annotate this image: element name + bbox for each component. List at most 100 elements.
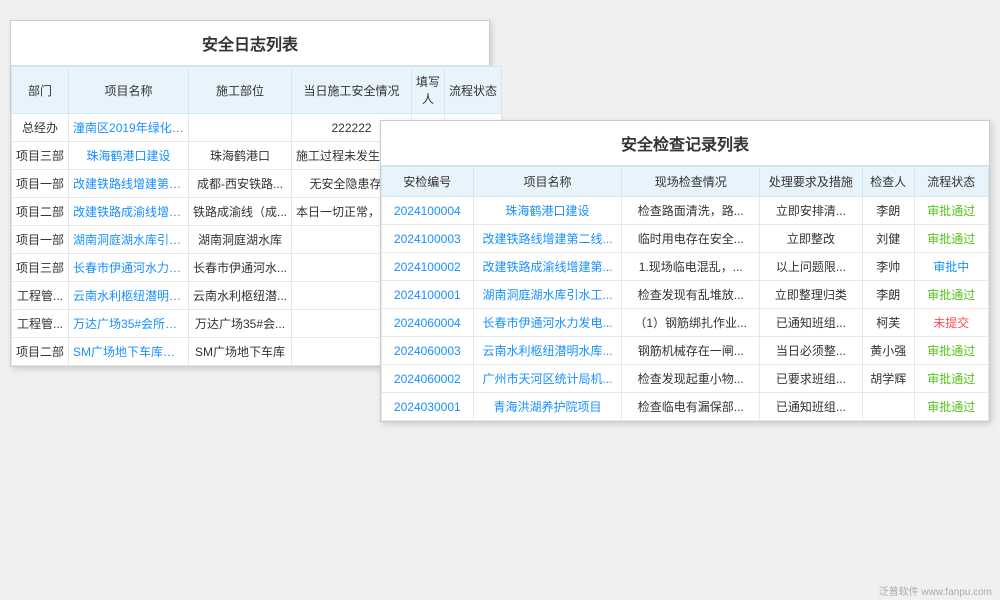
right-cell-person: 刘健 [862,225,914,253]
left-cell-dept: 项目一部 [12,226,69,254]
right-cell-action: 立即整改 [759,225,862,253]
right-cell-person: 柯芙 [862,309,914,337]
left-header-status: 流程状态 [445,67,502,114]
left-cell-site: 湖南洞庭湖水库 [189,226,292,254]
right-cell-action: 已要求班组... [759,365,862,393]
left-cell-site: 铁路成渝线（成... [189,198,292,226]
right-cell-action: 以上问题限... [759,253,862,281]
right-table-row: 2024100004珠海鹤港口建设检查路面清洗，路...立即安排清...李朗审批… [382,197,989,225]
right-cell-check: 临时用电存在安全... [622,225,759,253]
right-cell-person: 黄小强 [862,337,914,365]
right-cell-proj[interactable]: 青海洪湖养护院项目 [473,393,622,421]
right-cell-status: 审批通过 [914,393,988,421]
left-cell-site: 成都-西安铁路... [189,170,292,198]
right-cell-action: 已通知班组... [759,393,862,421]
right-cell-check: 检查发现有乱堆放... [622,281,759,309]
left-cell-site: 长春市伊通河水... [189,254,292,282]
left-cell-dept: 项目三部 [12,142,69,170]
left-cell-site [189,114,292,142]
right-cell-id[interactable]: 2024060003 [382,337,474,365]
right-cell-proj[interactable]: 广州市天河区统计局机... [473,365,622,393]
left-cell-proj[interactable]: 潼南区2019年绿化补贴项... [69,114,189,142]
left-cell-proj[interactable]: 改建铁路成渝线增建第二... [69,198,189,226]
left-cell-site: 万达广场35#会... [189,310,292,338]
left-cell-dept: 项目二部 [12,338,69,366]
left-cell-dept: 项目三部 [12,254,69,282]
left-cell-dept: 总经办 [12,114,69,142]
left-header-person: 填写人 [412,67,445,114]
right-cell-id[interactable]: 2024100003 [382,225,474,253]
right-cell-check: 检查发现起重小物... [622,365,759,393]
left-panel-title: 安全日志列表 [11,21,489,66]
left-cell-dept: 工程管... [12,310,69,338]
right-cell-check: （1）钢筋绑扎作业... [622,309,759,337]
left-cell-proj[interactable]: 云南水利柩纽潜明水库一... [69,282,189,310]
right-cell-action: 立即安排清... [759,197,862,225]
right-cell-status: 审批通过 [914,337,988,365]
left-header-site: 施工部位 [189,67,292,114]
right-cell-id[interactable]: 2024100002 [382,253,474,281]
right-cell-check: 钢筋机械存在一闸... [622,337,759,365]
right-cell-status: 审批通过 [914,197,988,225]
right-cell-proj[interactable]: 湖南洞庭湖水库引水工... [473,281,622,309]
left-cell-site: 珠海鹤港口 [189,142,292,170]
right-cell-proj[interactable]: 长春市伊通河水力发电... [473,309,622,337]
right-table-row: 2024100003改建铁路线增建第二线...临时用电存在安全...立即整改刘健… [382,225,989,253]
right-cell-status: 审批通过 [914,225,988,253]
left-cell-dept: 项目二部 [12,198,69,226]
left-cell-site: SM广场地下车库 [189,338,292,366]
right-cell-proj[interactable]: 改建铁路线增建第二线... [473,225,622,253]
right-header-person: 检查人 [862,167,914,197]
right-table-row: 2024060003云南水利柩纽潜明水库...钢筋机械存在一闸...当日必须整.… [382,337,989,365]
right-cell-id[interactable]: 2024060004 [382,309,474,337]
right-cell-proj[interactable]: 云南水利柩纽潜明水库... [473,337,622,365]
right-cell-check: 检查临电有漏保部... [622,393,759,421]
watermark: 泛普软件 www.fanpu.com [879,583,992,598]
right-table-row: 2024030001青海洪湖养护院项目检查临电有漏保部...已通知班组... 审批… [382,393,989,421]
right-cell-action: 已通知班组... [759,309,862,337]
right-cell-person: 李朗 [862,197,914,225]
right-header-status: 流程状态 [914,167,988,197]
left-cell-site: 云南水利柩纽潜... [189,282,292,310]
right-cell-check: 1.现场临电混乱，... [622,253,759,281]
left-cell-proj[interactable]: SM广场地下车库更换摄... [69,338,189,366]
right-cell-person: 胡学辉 [862,365,914,393]
left-cell-dept: 工程管... [12,282,69,310]
right-cell-status: 未提交 [914,309,988,337]
left-cell-proj[interactable]: 万达广场35#会所及咖啡... [69,310,189,338]
right-cell-status: 审批通过 [914,365,988,393]
right-cell-id[interactable]: 2024100001 [382,281,474,309]
right-header-action: 处理要求及措施 [759,167,862,197]
right-table-row: 2024100002改建铁路成渝线增建第...1.现场临电混乱，...以上问题限… [382,253,989,281]
right-table: 安检编号 项目名称 现场检查情况 处理要求及措施 检查人 流程状态 202410… [381,166,989,421]
left-cell-dept: 项目一部 [12,170,69,198]
right-cell-person: 李朗 [862,281,914,309]
left-cell-proj[interactable]: 珠海鹤港口建设 [69,142,189,170]
left-cell-proj[interactable]: 湖南洞庭湖水库引水工程... [69,226,189,254]
right-header-id: 安检编号 [382,167,474,197]
left-header-dept: 部门 [12,67,69,114]
right-cell-id[interactable]: 2024100004 [382,197,474,225]
right-cell-id[interactable]: 2024060002 [382,365,474,393]
right-table-row: 2024100001湖南洞庭湖水库引水工...检查发现有乱堆放...立即整理归类… [382,281,989,309]
right-cell-status: 审批中 [914,253,988,281]
right-cell-person: 李帅 [862,253,914,281]
right-table-row: 2024060002广州市天河区统计局机...检查发现起重小物...已要求班组.… [382,365,989,393]
left-header-proj: 项目名称 [69,67,189,114]
right-panel-title: 安全检查记录列表 [381,121,989,166]
right-cell-person [862,393,914,421]
right-cell-proj[interactable]: 改建铁路成渝线增建第... [473,253,622,281]
left-header-situation: 当日施工安全情况 [292,67,412,114]
right-cell-status: 审批通过 [914,281,988,309]
right-cell-action: 立即整理归类 [759,281,862,309]
right-cell-action: 当日必须整... [759,337,862,365]
right-cell-id[interactable]: 2024030001 [382,393,474,421]
right-cell-proj[interactable]: 珠海鹤港口建设 [473,197,622,225]
right-header-proj: 项目名称 [473,167,622,197]
right-table-row: 2024060004长春市伊通河水力发电...（1）钢筋绑扎作业...已通知班组… [382,309,989,337]
left-cell-proj[interactable]: 长春市伊通河水力发电厂... [69,254,189,282]
right-panel: 安全检查记录列表 安检编号 项目名称 现场检查情况 处理要求及措施 检查人 流程… [380,120,990,422]
right-header-check: 现场检查情况 [622,167,759,197]
left-cell-proj[interactable]: 改建铁路线增建第二线直... [69,170,189,198]
right-cell-check: 检查路面清洗，路... [622,197,759,225]
